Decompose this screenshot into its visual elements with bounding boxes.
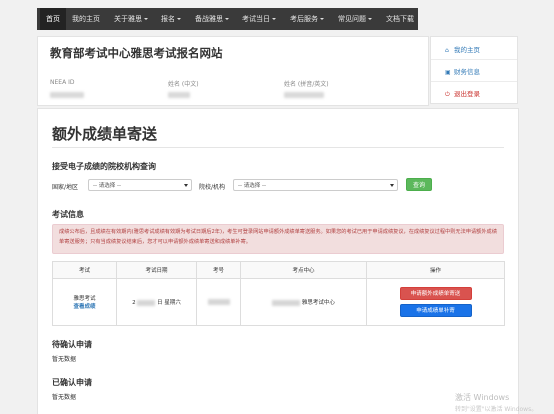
exam-info-title: 考试信息 <box>52 210 84 219</box>
side-link-home[interactable]: ⌂ 我的主页 <box>445 44 480 54</box>
nav-item-label: 考试当日 <box>242 15 270 23</box>
actions-cell: 申请额外成绩单寄送 申请成绩单补寄 <box>366 278 505 326</box>
nav-item-downloads[interactable]: 文档下载 <box>386 8 414 30</box>
chevron-down-icon <box>144 18 148 20</box>
column-header: 考号 <box>196 261 241 279</box>
nav-item-after-test[interactable]: 考后服务 <box>290 8 324 30</box>
nav-item-label: 考后服务 <box>290 15 318 23</box>
chevron-down-icon <box>177 18 181 20</box>
briefcase-icon: ▣ <box>445 69 451 76</box>
request-extra-trf-button[interactable]: 申请额外成绩单寄送 <box>399 287 472 300</box>
exam-cell: 雅思考试 查看成绩 <box>52 278 117 326</box>
power-icon: ⏻ <box>445 91 450 98</box>
exam-date-prefix: 2 <box>132 300 136 306</box>
nav-item-about-ielts[interactable]: 关于雅思 <box>114 8 148 30</box>
country-select[interactable]: -- 请选择 -- <box>88 179 192 191</box>
chevron-down-icon <box>390 184 394 187</box>
home-icon: ⌂ <box>445 47 449 54</box>
candidate-number-cell <box>196 278 241 326</box>
nav-item-test-day[interactable]: 考试当日 <box>242 8 276 30</box>
exam-date-redacted <box>137 299 156 306</box>
nav-item-label: 关于雅思 <box>114 15 142 23</box>
nav-item-register[interactable]: 报名 <box>161 8 181 30</box>
side-link-label: 退出登录 <box>454 90 480 98</box>
institution-label: 院校/机构 <box>199 184 226 191</box>
windows-activation-hint: 转到"设置"以激活 Windows。 <box>455 406 538 413</box>
page-title: 额外成绩单寄送 <box>52 125 158 143</box>
account-side-menu: ⌂ 我的主页 ▣ 财务信息 ⏻ 退出登录 <box>430 36 518 104</box>
exam-name: 雅思考试 <box>73 296 96 302</box>
chevron-down-icon <box>225 18 229 20</box>
institution-select-value: -- 请选择 -- <box>238 183 266 189</box>
pending-empty-text: 暂无数据 <box>52 356 77 363</box>
nav-item-label: 备战雅思 <box>195 15 223 23</box>
chevron-down-icon <box>368 18 372 20</box>
chevron-down-icon <box>184 184 188 187</box>
chevron-down-icon <box>272 18 276 20</box>
nav-item-label: 报名 <box>161 15 175 23</box>
name-pinyin-label: 姓名 (拼音/英文) <box>284 81 329 88</box>
divider <box>431 81 517 82</box>
test-center-cell: 雅思考试中心 <box>240 278 367 326</box>
column-header: 考点中心 <box>240 261 367 279</box>
exam-date-suffix: 日 星期六 <box>157 300 181 306</box>
info-alert: 成绩公布后，且成绩在有效期内(雅思考试成绩有效期为考试日期后2年)，考生可登录网… <box>52 224 504 254</box>
query-section-title: 接受电子成绩的院校机构查询 <box>52 162 156 171</box>
top-navbar: 首页 我的主页 关于雅思 报名 备战雅思 考试当日 考后服务 常见问题 文档下载 <box>37 8 418 30</box>
divider <box>431 59 517 60</box>
confirmed-title: 已确认申请 <box>52 378 92 387</box>
column-header: 操作 <box>366 261 505 279</box>
request-reissue-button[interactable]: 申请成绩单补寄 <box>399 304 472 317</box>
name-cn-label: 姓名 (中文) <box>168 81 199 88</box>
column-header: 考试 <box>52 261 117 279</box>
divider <box>52 147 504 148</box>
exam-date-cell: 2 日 星期六 <box>116 278 197 326</box>
side-link-finance[interactable]: ▣ 财务信息 <box>445 66 480 76</box>
windows-activation-watermark: 激活 Windows <box>455 393 510 402</box>
confirmed-empty-text: 暂无数据 <box>52 394 77 401</box>
side-link-label: 财务信息 <box>454 68 480 76</box>
nav-item-my-home[interactable]: 我的主页 <box>72 8 100 30</box>
query-button[interactable]: 查询 <box>406 178 432 191</box>
neea-id-value <box>50 92 84 98</box>
neea-id-label: NEEA ID <box>50 79 75 86</box>
name-pinyin-value <box>284 92 324 98</box>
exam-table: 考试 考试日期 考号 考点中心 操作 雅思考试 查看成绩 2 日 星期六 雅思考… <box>52 261 505 326</box>
nav-item-prepare[interactable]: 备战雅思 <box>195 8 229 30</box>
table-row: 雅思考试 查看成绩 2 日 星期六 雅思考试中心 申请额外成绩单寄送 申请成绩单… <box>52 278 505 326</box>
column-header: 考试日期 <box>116 261 197 279</box>
site-title: 教育部考试中心雅思考试报名网站 <box>50 46 223 60</box>
table-header-row: 考试 考试日期 考号 考点中心 操作 <box>52 261 505 279</box>
institution-select[interactable]: -- 请选择 -- <box>233 179 398 191</box>
account-header: 教育部考试中心雅思考试报名网站 NEEA ID 姓名 (中文) 姓名 (拼音/英… <box>37 36 429 106</box>
nav-item-home[interactable]: 首页 <box>40 8 66 30</box>
side-link-logout[interactable]: ⏻ 退出登录 <box>445 88 480 99</box>
nav-item-faq[interactable]: 常见问题 <box>338 8 372 30</box>
pending-title: 待确认申请 <box>52 340 92 349</box>
name-cn-value <box>168 92 190 98</box>
nav-item-label: 常见问题 <box>338 15 366 23</box>
test-center-suffix: 雅思考试中心 <box>301 300 335 306</box>
side-link-label: 我的主页 <box>454 46 480 54</box>
country-select-value: -- 请选择 -- <box>93 183 121 189</box>
chevron-down-icon <box>320 18 324 20</box>
country-label: 国家/地区 <box>52 184 79 191</box>
test-center-redacted <box>272 299 301 306</box>
main-content: 额外成绩单寄送 接受电子成绩的院校机构查询 国家/地区 -- 请选择 -- 院校… <box>37 108 519 414</box>
view-score-link[interactable]: 查看成绩 <box>53 302 116 310</box>
candidate-number-redacted <box>207 298 230 305</box>
